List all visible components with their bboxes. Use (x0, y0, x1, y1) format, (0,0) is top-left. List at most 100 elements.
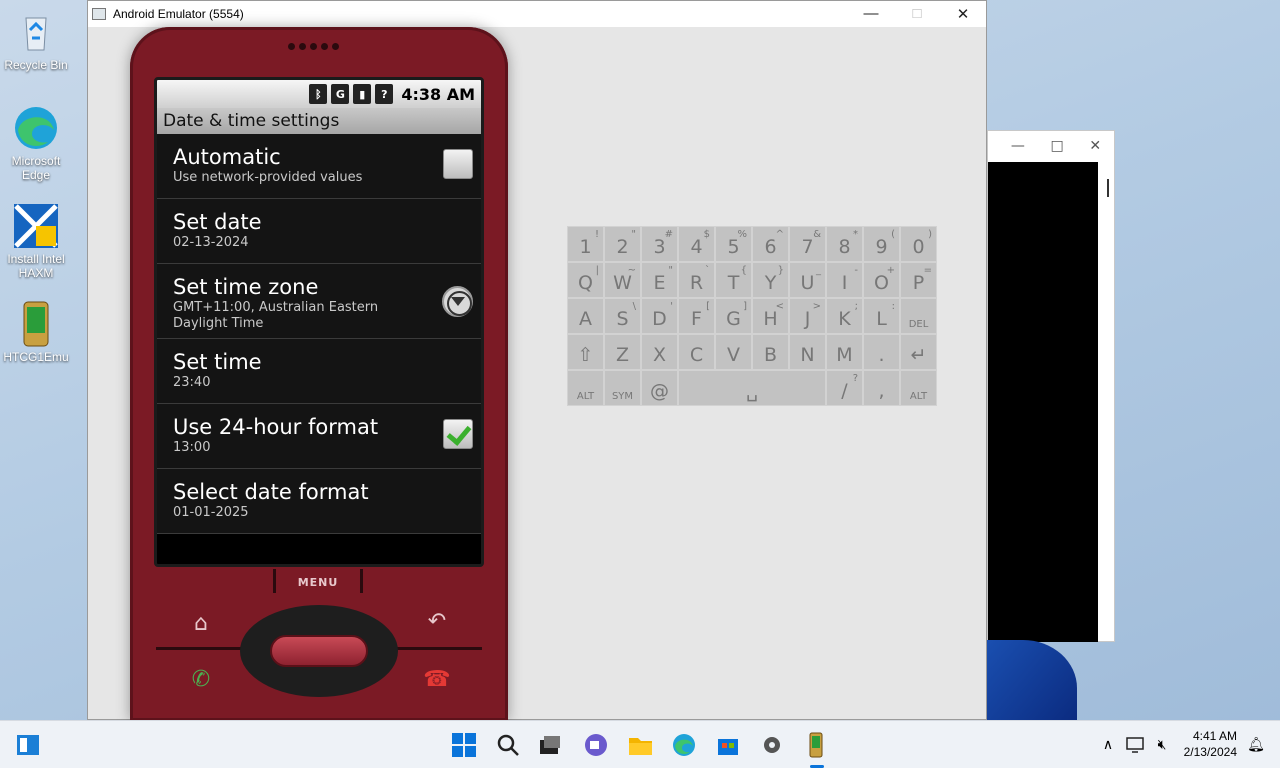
key-z[interactable]: Z (605, 335, 640, 369)
trackball-center[interactable] (270, 635, 368, 667)
key-3[interactable]: 3 # (642, 227, 677, 261)
emulator-window[interactable]: Android Emulator (5554) — □ ✕ ᛒ G ▮ ? 4:… (87, 0, 987, 721)
key-2[interactable]: 2 " (605, 227, 640, 261)
key-h[interactable]: H < (753, 299, 788, 333)
alt-right-key[interactable]: ALT (901, 371, 936, 405)
store-icon[interactable] (716, 733, 740, 757)
key-r[interactable]: R ` (679, 263, 714, 297)
delete-key[interactable]: DEL (901, 299, 936, 333)
key-alt-label: > (812, 301, 821, 312)
key-o[interactable]: O + (864, 263, 899, 297)
edge-icon[interactable] (672, 733, 696, 757)
key-.[interactable]: . (864, 335, 899, 369)
call-icon[interactable]: ✆ (186, 667, 216, 692)
key-i[interactable]: I- (827, 263, 862, 297)
key-w[interactable]: W ~ (605, 263, 640, 297)
key-y[interactable]: Y} (753, 263, 788, 297)
key-0[interactable]: 0) (901, 227, 936, 261)
minimize-icon[interactable]: — (1011, 138, 1025, 154)
key-j[interactable]: J > (790, 299, 825, 333)
key-4[interactable]: 4 $ (679, 227, 714, 261)
clock-time: 4:41 AM (1192, 729, 1237, 743)
back-icon[interactable]: ↶ (422, 609, 452, 634)
key-m[interactable]: M (827, 335, 862, 369)
key-q[interactable]: Q | (568, 263, 603, 297)
space-key[interactable]: ␣ (679, 371, 825, 405)
key-k[interactable]: K; (827, 299, 862, 333)
at-key[interactable]: @ (642, 371, 677, 405)
key-d[interactable]: D ' (642, 299, 677, 333)
key-label: ALT (576, 391, 595, 402)
key-1[interactable]: 1! (568, 227, 603, 261)
menu-button[interactable]: MENU (273, 569, 363, 593)
volume-muted-icon[interactable]: 🔇︎ (1150, 733, 1174, 757)
setting-set-time[interactable]: Set time 23:40 (157, 339, 481, 404)
alt-left-key[interactable]: ALT (568, 371, 603, 405)
key-label: L (876, 308, 887, 330)
close-icon[interactable]: ✕ (1089, 138, 1101, 154)
key-f[interactable]: F[ (679, 299, 714, 333)
background-window[interactable]: — □ ✕ (987, 130, 1115, 642)
key-v[interactable]: V (716, 335, 751, 369)
task-view-icon[interactable] (538, 733, 562, 757)
key-b[interactable]: B (753, 335, 788, 369)
end-call-icon[interactable]: ☎ (422, 667, 452, 692)
desktop-icon-htcg1emu[interactable]: HTCG1Emu (0, 300, 72, 364)
enter-key[interactable]: ↵ (901, 335, 936, 369)
setting-24-hour[interactable]: Use 24-hour format 13:00 (157, 404, 481, 469)
key-alt-label: ] (743, 301, 747, 312)
file-explorer-icon[interactable] (628, 733, 652, 757)
desktop-icon-edge[interactable]: Microsoft Edge (0, 104, 72, 182)
dropdown-arrow-icon[interactable] (442, 286, 473, 317)
settings-gear-icon[interactable] (760, 733, 784, 757)
key-u[interactable]: U _ (790, 263, 825, 297)
network-icon[interactable] (1124, 733, 1148, 757)
key-e[interactable]: E " (642, 263, 677, 297)
setting-date-format[interactable]: Select date format 01-01-2025 (157, 469, 481, 534)
setting-automatic[interactable]: Automatic Use network-provided values (157, 134, 481, 199)
sym-key[interactable]: SYM (605, 371, 640, 405)
24-hour-checkbox[interactable] (443, 419, 473, 449)
key-t[interactable]: T{ (716, 263, 751, 297)
slash-key[interactable]: /? (827, 371, 862, 405)
key-c[interactable]: C (679, 335, 714, 369)
key-5[interactable]: 5% (716, 227, 751, 261)
setting-time-zone[interactable]: Set time zone GMT+11:00, Australian East… (157, 264, 481, 339)
maximize-icon[interactable]: □ (1051, 138, 1064, 154)
search-icon[interactable] (496, 733, 520, 757)
chat-icon[interactable] (584, 733, 608, 757)
key-7[interactable]: 7 & (790, 227, 825, 261)
chevron-up-icon[interactable]: ∧ (1096, 733, 1120, 757)
key-g[interactable]: G] (716, 299, 751, 333)
emulator-titlebar[interactable]: Android Emulator (5554) — □ ✕ (88, 1, 986, 27)
automatic-checkbox[interactable] (443, 149, 473, 179)
widgets-icon[interactable] (16, 733, 40, 757)
notification-icon[interactable]: 🔔︎ (1244, 733, 1268, 757)
minimize-button[interactable]: — (848, 5, 894, 23)
home-icon[interactable]: ⌂ (186, 611, 216, 636)
key-8[interactable]: 8 * (827, 227, 862, 261)
system-clock[interactable]: 4:41 AM 2/13/2024 (1184, 728, 1237, 760)
background-window-titlebar[interactable]: — □ ✕ (988, 131, 1114, 161)
key-x[interactable]: X (642, 335, 677, 369)
desktop-icon-recycle-bin[interactable]: Recycle Bin (0, 8, 72, 72)
phone-screen[interactable]: ᛒ G ▮ ? 4:38 AM Date & time settings Aut… (154, 77, 484, 567)
close-button[interactable]: ✕ (940, 5, 986, 23)
key-a[interactable]: A (568, 299, 603, 333)
key-s[interactable]: S \ (605, 299, 640, 333)
taskbar: ∧ 🔇︎ 4:41 AM 2/13/2024 🔔︎ (0, 720, 1280, 768)
shift-key[interactable]: ⇧ (568, 335, 603, 369)
key-l[interactable]: L: (864, 299, 899, 333)
comma-key[interactable]: , (864, 371, 899, 405)
key-n[interactable]: N (790, 335, 825, 369)
key-9[interactable]: 9( (864, 227, 899, 261)
desktop-icon-install-haxm[interactable]: Install Intel HAXM (0, 202, 72, 280)
key-p[interactable]: P = (901, 263, 936, 297)
phone-app-icon[interactable] (804, 732, 828, 758)
key-label: C (689, 344, 704, 366)
divider (392, 647, 482, 650)
setting-set-date[interactable]: Set date 02-13-2024 (157, 199, 481, 264)
key-6[interactable]: 6 ^ (753, 227, 788, 261)
key-alt-label: - (854, 265, 858, 276)
start-icon[interactable] (452, 733, 476, 757)
